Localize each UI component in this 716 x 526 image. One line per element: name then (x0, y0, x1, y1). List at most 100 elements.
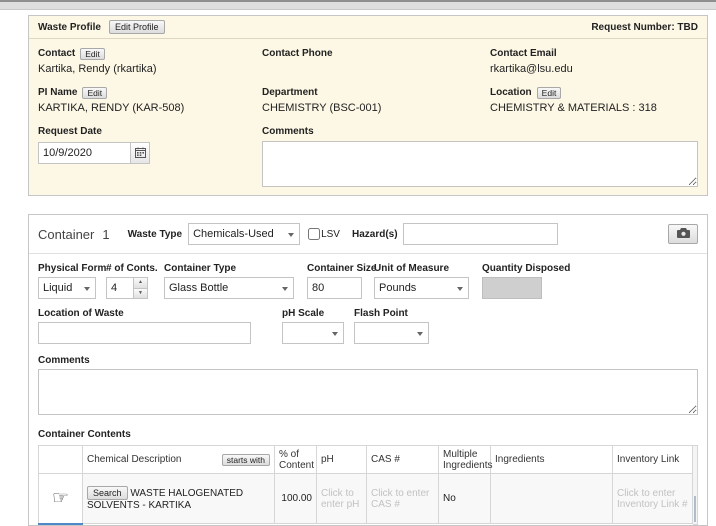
container-type-selected-value: Glass Bottle (169, 282, 228, 294)
lsv-label: LSV (321, 229, 340, 240)
unit-of-measure-selected-value: Pounds (379, 282, 416, 294)
container-field-row-1: Physical Form Liquid # of Conts. ▲ ▼ Con… (38, 262, 698, 299)
ph-scale-label: pH Scale (282, 308, 324, 319)
contact-phone-label: Contact Phone (262, 48, 333, 59)
location-of-waste-label: Location of Waste (38, 308, 124, 319)
starts-with-button[interactable]: starts with (222, 454, 270, 466)
contact-label: Contact (38, 48, 75, 59)
calendar-icon (135, 146, 146, 161)
container-type-field: Container Type Glass Bottle (164, 262, 297, 299)
percent-of-content-column-header: % of Content (275, 446, 317, 474)
location-of-waste-input[interactable] (38, 322, 251, 344)
container-type-select[interactable]: Glass Bottle (164, 277, 294, 299)
waste-profile-fields: Contact Edit Kartika, Rendy (rkartika) C… (29, 39, 707, 195)
spinner-down-button[interactable]: ▼ (134, 288, 148, 300)
number-of-containers-field: # of Conts. ▲ ▼ (106, 262, 154, 299)
request-date-input[interactable] (38, 142, 130, 164)
container-type-label: Container Type (164, 263, 236, 274)
profile-comments-field: Comments (262, 125, 698, 187)
number-of-containers-label: # of Conts. (106, 263, 158, 274)
profile-comments-label: Comments (262, 126, 314, 137)
container-comments-textarea[interactable] (38, 369, 698, 415)
physical-form-selected-value: Liquid (43, 282, 72, 294)
contact-value: Kartika, Rendy (rkartika) (38, 63, 262, 76)
container-contents-table: Chemical Description starts with % of Co… (38, 445, 693, 525)
container-comments-label: Comments (38, 355, 90, 366)
page-top-bar (0, 0, 716, 10)
unit-of-measure-select[interactable]: Pounds (374, 277, 469, 299)
unit-of-measure-field: Unit of Measure Pounds (374, 262, 472, 299)
location-label: Location (490, 87, 532, 98)
search-button[interactable]: Search (87, 486, 128, 500)
location-value: CHEMISTRY & MATERIALS : 318 (490, 102, 698, 115)
pi-name-edit-button[interactable]: Edit (82, 87, 107, 99)
quantity-disposed-label: Quantity Disposed (482, 263, 570, 274)
contact-phone-value (262, 63, 490, 76)
department-label: Department (262, 87, 318, 98)
container-fields: Physical Form Liquid # of Conts. ▲ ▼ Con… (29, 254, 707, 525)
ph-scale-field: pH Scale (282, 307, 344, 344)
quantity-disposed-input (482, 277, 542, 299)
department-field: Department CHEMISTRY (BSC-001) (262, 86, 490, 115)
container-title: Container (38, 227, 94, 242)
container-comments-field: Comments (38, 354, 698, 415)
contact-email-label: Contact Email (490, 48, 557, 59)
container-contents-title: Container Contents (38, 429, 698, 440)
waste-type-selected-value: Chemicals-Used (193, 228, 274, 240)
flash-point-field: Flash Point (354, 307, 429, 344)
unit-of-measure-label: Unit of Measure (374, 263, 449, 274)
cas-cell[interactable]: Click to enter CAS # (367, 474, 439, 524)
camera-icon (677, 228, 690, 240)
table-scrollbar-thumb[interactable] (694, 496, 696, 522)
number-of-containers-input[interactable] (106, 277, 134, 299)
contact-edit-button[interactable]: Edit (80, 48, 105, 60)
ph-column-header: pH (317, 446, 367, 474)
ph-cell[interactable]: Click to enter pH (317, 474, 367, 524)
container-panel: Container 1 Waste Type Chemicals-Used LS… (28, 214, 708, 526)
multiple-ingredients-cell: No (439, 474, 491, 524)
chemical-description-header-label: Chemical Description (87, 454, 181, 465)
table-scrollbar[interactable] (693, 445, 698, 525)
hazards-input[interactable] (403, 223, 558, 245)
calendar-button[interactable] (130, 142, 150, 164)
table-row: ☞ Search WASTE HALOGENATED SOLVENTS - KA… (39, 474, 693, 524)
container-size-input[interactable] (307, 277, 362, 299)
ph-scale-select[interactable] (282, 322, 344, 344)
multiple-ingredients-column-header: Multiple Ingredients (439, 446, 491, 474)
container-contents-table-wrap: Chemical Description starts with % of Co… (38, 445, 698, 525)
pi-name-label: PI Name (38, 87, 77, 98)
pi-name-value: KARTIKA, RENDY (KAR-508) (38, 102, 262, 115)
container-number: 1 (102, 227, 109, 242)
ingredients-cell (491, 474, 613, 524)
chemical-description-column-header: Chemical Description starts with (83, 446, 275, 474)
waste-type-label: Waste Type (128, 229, 182, 240)
camera-button[interactable] (668, 224, 698, 244)
physical-form-select[interactable]: Liquid (38, 277, 96, 299)
request-date-field: Request Date (38, 125, 262, 187)
physical-form-label: Physical Form (38, 263, 106, 274)
cas-column-header: CAS # (367, 446, 439, 474)
profile-comments-textarea[interactable] (262, 141, 698, 187)
contact-email-field: Contact Email rkartika@lsu.edu (490, 47, 698, 76)
waste-profile-header: Waste Profile Edit Profile Request Numbe… (29, 16, 707, 39)
ingredients-column-header: Ingredients (491, 446, 613, 474)
location-field: Location Edit CHEMISTRY & MATERIALS : 31… (490, 86, 698, 115)
percent-of-content-cell: 100.00 (275, 474, 317, 524)
location-edit-button[interactable]: Edit (537, 87, 562, 99)
container-field-row-2: Location of Waste pH Scale Flash Point (38, 307, 698, 344)
pointer-icon[interactable]: ☞ (52, 488, 69, 509)
quantity-disposed-field: Quantity Disposed (482, 262, 570, 299)
container-size-field: Container Size (307, 262, 364, 299)
contact-field: Contact Edit Kartika, Rendy (rkartika) (38, 47, 262, 76)
contact-phone-field: Contact Phone (262, 47, 490, 76)
spinner-up-button[interactable]: ▲ (134, 277, 148, 288)
waste-type-select[interactable]: Chemicals-Used (188, 223, 300, 245)
container-size-label: Container Size (307, 263, 376, 274)
edit-profile-button[interactable]: Edit Profile (109, 20, 165, 34)
inventory-link-cell[interactable]: Click to enter Inventory Link # (613, 474, 693, 524)
request-date-label: Request Date (38, 126, 102, 137)
request-number: Request Number: TBD (591, 22, 698, 33)
lsv-checkbox[interactable] (308, 228, 320, 240)
flash-point-select[interactable] (354, 322, 429, 344)
contact-email-value: rkartika@lsu.edu (490, 63, 698, 76)
